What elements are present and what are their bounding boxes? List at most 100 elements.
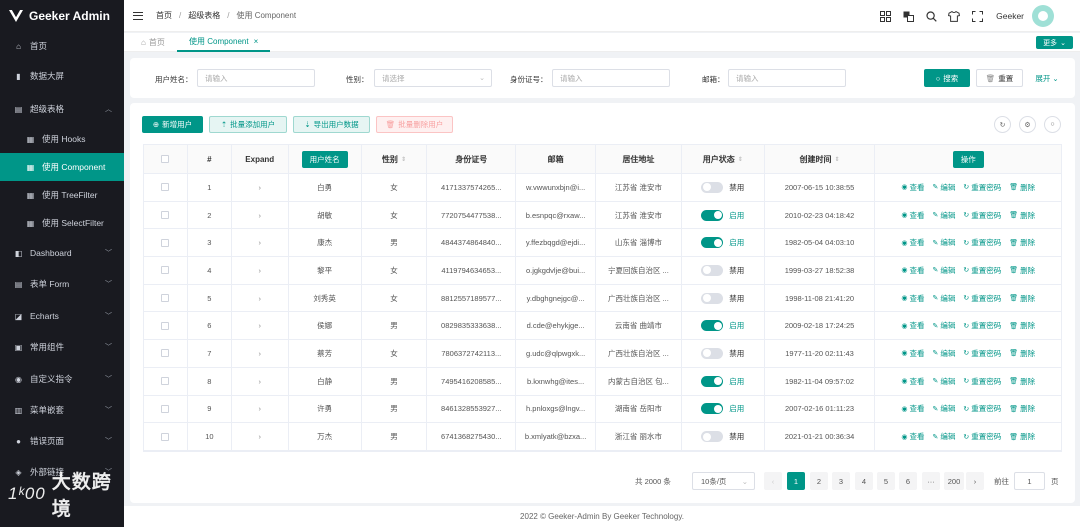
expand-chevron-icon[interactable]: › xyxy=(259,238,262,247)
reset-password-button[interactable]: ↻ 重置密码 xyxy=(963,182,1001,193)
edit-button[interactable]: ✎ 编辑 xyxy=(932,431,955,442)
edit-button[interactable]: ✎ 编辑 xyxy=(932,320,955,331)
toggle-search-button[interactable]: ○ xyxy=(1044,116,1061,133)
batch-delete-button[interactable]: 🗑 批量删除用户 xyxy=(376,116,453,133)
view-button[interactable]: ◉ 查看 xyxy=(901,376,924,387)
search-button[interactable]: ○ 搜索 xyxy=(924,69,970,87)
page-button[interactable]: 4 xyxy=(855,472,873,490)
edit-button[interactable]: ✎ 编辑 xyxy=(932,182,955,193)
app-logo[interactable]: Geeker Admin xyxy=(0,0,124,32)
delete-button[interactable]: 🗑 删除 xyxy=(1009,293,1035,304)
expand-chevron-icon[interactable]: › xyxy=(259,183,262,192)
reset-password-button[interactable]: ↻ 重置密码 xyxy=(963,403,1001,414)
refresh-button[interactable]: ↻ xyxy=(994,116,1011,133)
email-input[interactable]: 请输入 xyxy=(728,69,846,87)
translate-icon[interactable] xyxy=(902,10,914,22)
reset-password-button[interactable]: ↻ 重置密码 xyxy=(963,376,1001,387)
row-checkbox[interactable] xyxy=(161,238,170,247)
table-row[interactable]: 2 › 胡敏 女 7720754477538... b.esnpqc@rxaw... 江苏省… xyxy=(144,201,1061,230)
delete-button[interactable]: 🗑 删除 xyxy=(1009,320,1035,331)
sidebar-item[interactable]: ▮ 数据大屏 xyxy=(0,62,124,90)
username[interactable]: Geeker xyxy=(996,11,1024,21)
header-gender-cell[interactable]: 性别 ⇕ xyxy=(362,145,428,173)
expand-chevron-icon[interactable]: › xyxy=(259,432,262,441)
delete-button[interactable]: 🗑 删除 xyxy=(1009,265,1035,276)
add-user-button[interactable]: ⊕ 新增用户 xyxy=(142,116,203,133)
view-button[interactable]: ◉ 查看 xyxy=(901,348,924,359)
column-settings-button[interactable]: ⚙ xyxy=(1019,116,1036,133)
sidebar-item[interactable]: ◧ Dashboard ﹀ xyxy=(0,239,124,267)
expand-chevron-icon[interactable]: › xyxy=(259,321,262,330)
view-button[interactable]: ◉ 查看 xyxy=(901,403,924,414)
search-icon[interactable] xyxy=(925,10,937,22)
batch-add-button[interactable]: ⇡ 批量添加用户 xyxy=(209,116,287,133)
fullscreen-icon[interactable] xyxy=(971,10,983,22)
view-button[interactable]: ◉ 查看 xyxy=(901,293,924,304)
status-toggle[interactable] xyxy=(701,264,724,276)
table-row[interactable]: 6 › 侯娜 男 0829835333638... d.cde@ehykjge... 云南省… xyxy=(144,312,1061,341)
delete-button[interactable]: 🗑 删除 xyxy=(1009,237,1035,248)
page-button[interactable]: 1 xyxy=(787,472,805,490)
view-button[interactable]: ◉ 查看 xyxy=(901,320,924,331)
reset-password-button[interactable]: ↻ 重置密码 xyxy=(963,320,1001,331)
row-checkbox[interactable] xyxy=(161,211,170,220)
expand-chevron-icon[interactable]: › xyxy=(259,349,262,358)
row-checkbox[interactable] xyxy=(161,266,170,275)
header-name[interactable]: 用户姓名 xyxy=(301,150,348,168)
view-button[interactable]: ◉ 查看 xyxy=(901,182,924,193)
table-row[interactable]: 1 › 白勇 女 4171337574265... w.vwwunxbjn@i... 江苏省… xyxy=(144,174,1061,202)
page-button[interactable]: 6 xyxy=(899,472,917,490)
expand-chevron-icon[interactable]: › xyxy=(259,266,262,275)
status-toggle[interactable] xyxy=(701,320,724,332)
page-button[interactable]: 2 xyxy=(810,472,828,490)
username-input[interactable]: 请输入 xyxy=(197,69,315,87)
idcard-input[interactable]: 请输入 xyxy=(552,69,670,87)
edit-button[interactable]: ✎ 编辑 xyxy=(932,403,955,414)
close-icon[interactable]: × xyxy=(254,37,259,46)
tab-home[interactable]: ⌂ 首页 xyxy=(141,33,165,52)
status-toggle[interactable] xyxy=(701,375,724,387)
reset-password-button[interactable]: ↻ 重置密码 xyxy=(963,348,1001,359)
edit-button[interactable]: ✎ 编辑 xyxy=(932,265,955,276)
row-checkbox[interactable] xyxy=(161,294,170,303)
reset-password-button[interactable]: ↻ 重置密码 xyxy=(963,237,1001,248)
sidebar-item[interactable]: ▣ 常用组件 ﹀ xyxy=(0,333,124,361)
reset-button[interactable]: 🗑 重置 xyxy=(976,69,1023,87)
goto-page-input[interactable]: 1 xyxy=(1014,472,1045,490)
sidebar-item[interactable]: ▦ 使用 Hooks xyxy=(0,125,124,153)
expand-chevron-icon[interactable]: › xyxy=(259,211,262,220)
sidebar-item[interactable]: ▤ 表单 Form ﹀ xyxy=(0,270,124,298)
header-created-cell[interactable]: 创建时间 ⇕ xyxy=(765,145,876,173)
select-all-checkbox[interactable] xyxy=(161,155,170,163)
delete-button[interactable]: 🗑 删除 xyxy=(1009,431,1035,442)
status-toggle[interactable] xyxy=(701,209,724,221)
layout-icon[interactable] xyxy=(879,10,891,22)
status-toggle[interactable] xyxy=(701,347,724,359)
sidebar-item[interactable]: ▤ 超级表格 ︿ xyxy=(0,95,124,123)
collapse-menu-icon[interactable] xyxy=(133,11,143,20)
view-button[interactable]: ◉ 查看 xyxy=(901,431,924,442)
edit-button[interactable]: ✎ 编辑 xyxy=(932,376,955,387)
row-checkbox[interactable] xyxy=(161,349,170,358)
sidebar-item[interactable]: ▥ 菜单嵌套 ﹀ xyxy=(0,396,124,424)
page-ellipsis[interactable]: ··· xyxy=(922,472,940,490)
page-button[interactable]: 5 xyxy=(877,472,895,490)
view-button[interactable]: ◉ 查看 xyxy=(901,210,924,221)
table-row[interactable]: 10 › 万杰 男 6741368275430... b.xmlyatk@bzxa... 浙… xyxy=(144,423,1061,451)
row-checkbox[interactable] xyxy=(161,377,170,386)
sidebar-item[interactable]: ◉ 自定义指令 ﹀ xyxy=(0,365,124,393)
table-row[interactable]: 4 › 黎平 女 4119794634653... o.jgkgdvlje@bui... 宁… xyxy=(144,257,1061,285)
sidebar-item[interactable]: ● 错误页面 ﹀ xyxy=(0,427,124,455)
sidebar-item[interactable]: ▦ 使用 Component xyxy=(0,153,124,181)
more-button[interactable]: 更多 ⌄ xyxy=(1036,36,1073,49)
gender-select[interactable]: 请选择 ⌄ xyxy=(374,69,492,87)
table-row[interactable]: 7 › 蔡芳 女 7806372742113... g.udc@qlpwgxk... 广西壮… xyxy=(144,340,1061,368)
page-size-select[interactable]: 10条/页 ⌄ xyxy=(692,472,755,490)
status-toggle[interactable] xyxy=(701,292,724,304)
expand-chevron-icon[interactable]: › xyxy=(259,377,262,386)
tab-current[interactable]: 使用 Component × xyxy=(177,33,271,52)
row-checkbox[interactable] xyxy=(161,183,170,192)
sidebar-item[interactable]: ▦ 使用 TreeFilter xyxy=(0,181,124,209)
page-button[interactable]: 200 xyxy=(944,472,964,490)
row-checkbox[interactable] xyxy=(161,404,170,413)
